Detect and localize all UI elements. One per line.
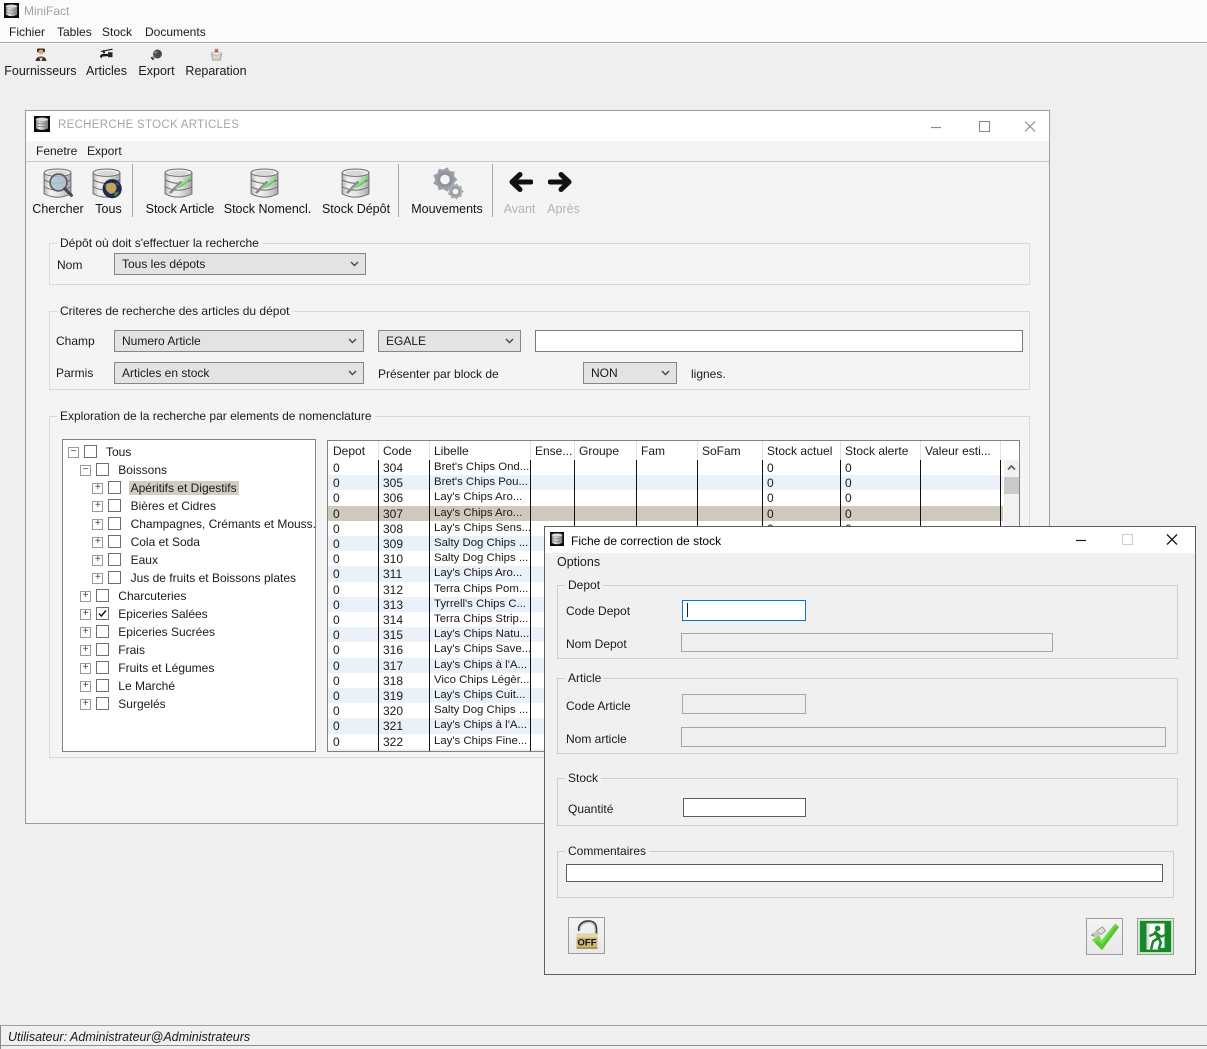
svg-text:OFF: OFF	[578, 938, 597, 949]
